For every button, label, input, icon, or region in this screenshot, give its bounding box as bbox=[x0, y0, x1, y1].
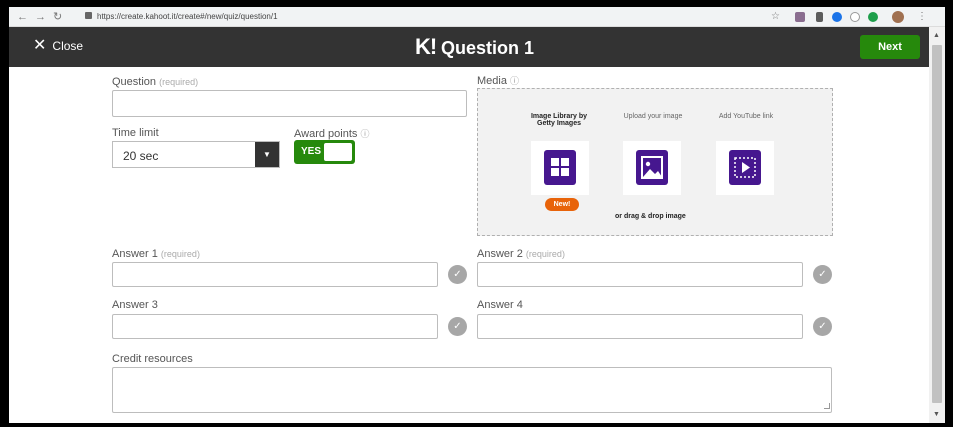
reload-icon[interactable]: ↻ bbox=[53, 10, 62, 24]
upload-image-button[interactable] bbox=[623, 141, 681, 195]
extension-icon[interactable] bbox=[868, 12, 878, 22]
app-header: ✕ Close K! Question 1 Next bbox=[9, 27, 945, 67]
time-limit-select[interactable]: 20 sec ▼ bbox=[112, 141, 280, 168]
page-scrollbar[interactable]: ▲ ▼ bbox=[929, 27, 945, 423]
youtube-video-icon bbox=[729, 150, 761, 185]
answer-2-label-text: Answer 2 bbox=[477, 248, 523, 260]
kahoot-logo: K! bbox=[415, 34, 437, 59]
award-points-toggle[interactable]: YES bbox=[294, 140, 355, 164]
extension-icon[interactable] bbox=[832, 12, 842, 22]
answer-4-label: Answer 4 bbox=[477, 299, 523, 311]
drag-drop-hint: or drag & drop image bbox=[615, 213, 686, 220]
answer-4-input[interactable] bbox=[477, 314, 803, 339]
menu-kebab-icon[interactable]: ⋮ bbox=[917, 10, 927, 24]
image-library-button[interactable] bbox=[531, 141, 589, 195]
answer-1-label-text: Answer 1 bbox=[112, 248, 158, 260]
lock-icon bbox=[85, 12, 92, 19]
help-icon[interactable]: ⓘ bbox=[510, 76, 519, 86]
youtube-link-button[interactable] bbox=[716, 141, 774, 195]
award-points-label: Award points ⓘ bbox=[294, 127, 369, 140]
browser-window: ← → ↻ https://create.kahoot.it/create#/n… bbox=[9, 7, 945, 423]
page-title: Question 1 bbox=[441, 38, 535, 58]
new-badge: New! bbox=[545, 198, 579, 211]
address-bar[interactable]: https://create.kahoot.it/create#/new/qui… bbox=[97, 11, 278, 23]
next-button[interactable]: Next bbox=[860, 35, 920, 59]
help-icon[interactable]: ⓘ bbox=[360, 129, 369, 139]
credit-resources-textarea[interactable] bbox=[112, 367, 832, 413]
correct-answer-2-check-icon[interactable]: ✓ bbox=[813, 265, 832, 284]
upload-image-icon bbox=[636, 150, 668, 185]
award-points-label-text: Award points bbox=[294, 128, 358, 140]
correct-answer-1-check-icon[interactable]: ✓ bbox=[448, 265, 467, 284]
extension-icon[interactable] bbox=[850, 12, 860, 22]
answer-1-input[interactable] bbox=[112, 262, 438, 287]
time-limit-value: 20 sec bbox=[123, 149, 159, 163]
image-library-icon bbox=[544, 150, 576, 185]
correct-answer-4-check-icon[interactable]: ✓ bbox=[813, 317, 832, 336]
caret-down-icon: ▼ bbox=[255, 142, 279, 167]
toggle-state: YES bbox=[301, 146, 322, 157]
forward-arrow-icon[interactable]: → bbox=[35, 10, 46, 24]
youtube-link-label: Add YouTube link bbox=[718, 113, 774, 120]
answer-3-input[interactable] bbox=[112, 314, 438, 339]
upload-image-label: Upload your image bbox=[623, 113, 683, 120]
answer-1-label: Answer 1 (required) bbox=[112, 248, 200, 260]
toggle-knob bbox=[324, 143, 352, 161]
media-label: Media ⓘ bbox=[477, 74, 519, 87]
extension-icon[interactable] bbox=[795, 12, 805, 22]
image-library-label: Image Library by Getty Images bbox=[530, 113, 588, 127]
answer-3-label: Answer 3 bbox=[112, 299, 158, 311]
question-label: Question (required) bbox=[112, 76, 198, 88]
resize-handle[interactable] bbox=[824, 403, 830, 409]
credit-resources-label: Credit resources bbox=[112, 353, 193, 365]
scroll-up-icon[interactable]: ▲ bbox=[933, 32, 940, 39]
close-icon: ✕ bbox=[33, 37, 47, 54]
avatar[interactable] bbox=[892, 11, 904, 23]
close-label: Close bbox=[52, 39, 84, 53]
scrollbar-thumb[interactable] bbox=[932, 45, 942, 403]
back-arrow-icon[interactable]: ← bbox=[17, 10, 28, 24]
required-hint: (required) bbox=[159, 77, 199, 87]
answer-2-label: Answer 2 (required) bbox=[477, 248, 565, 260]
extension-icon[interactable] bbox=[816, 12, 823, 22]
answer-2-input[interactable] bbox=[477, 262, 803, 287]
question-input[interactable] bbox=[112, 90, 467, 117]
scroll-down-icon[interactable]: ▼ bbox=[933, 411, 940, 418]
media-label-text: Media bbox=[477, 75, 507, 87]
required-hint: (required) bbox=[525, 249, 565, 259]
correct-answer-3-check-icon[interactable]: ✓ bbox=[448, 317, 467, 336]
question-label-text: Question bbox=[112, 76, 157, 88]
required-hint: (required) bbox=[160, 249, 200, 259]
close-button[interactable]: ✕ Close bbox=[33, 37, 84, 54]
bookmark-star-icon[interactable]: ☆ bbox=[771, 10, 780, 24]
time-limit-label: Time limit bbox=[112, 127, 159, 139]
browser-toolbar: ← → ↻ https://create.kahoot.it/create#/n… bbox=[9, 7, 945, 27]
